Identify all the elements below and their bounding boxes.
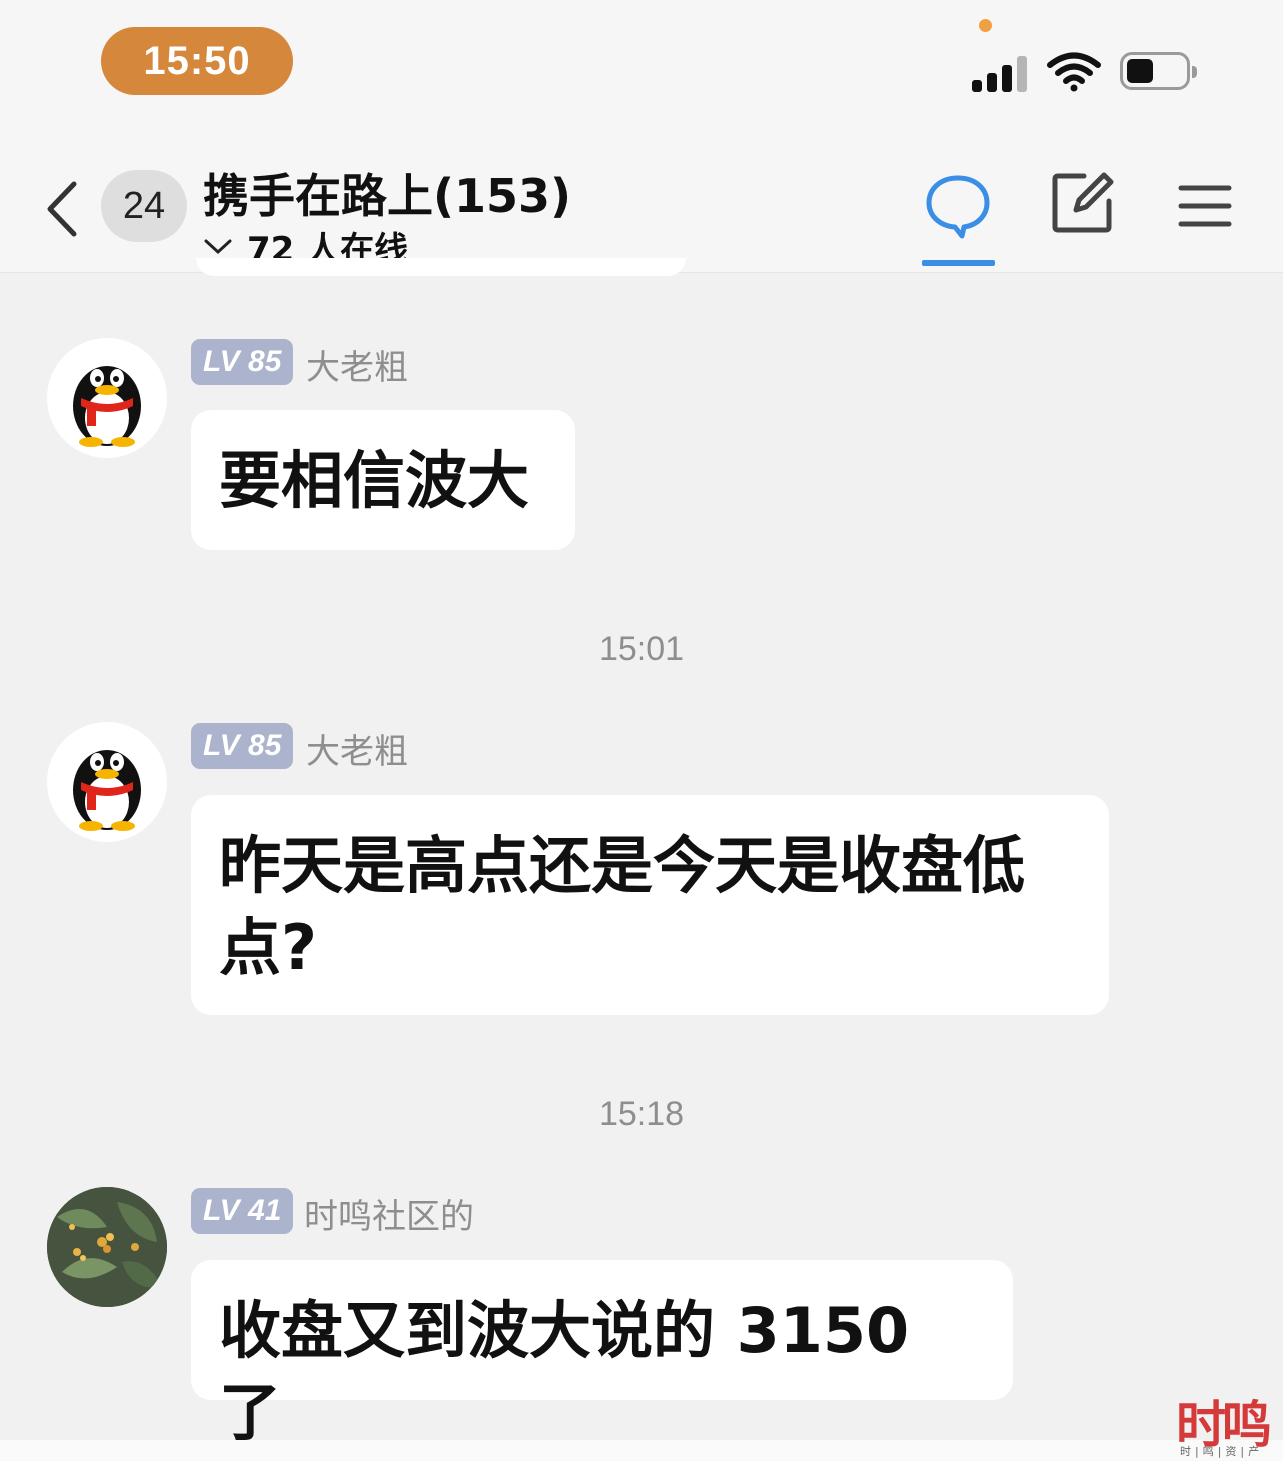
status-bar: 15:50 <box>0 0 1283 130</box>
watermark-logo: 时鸣 时|鸣|资|产 <box>1176 1385 1280 1461</box>
avatar[interactable] <box>47 1187 167 1307</box>
camera-indicator-dot <box>979 19 992 32</box>
edit-icon[interactable] <box>1050 170 1116 236</box>
menu-icon[interactable] <box>1178 182 1232 230</box>
active-tab-indicator <box>922 260 995 266</box>
qq-penguin-icon <box>73 366 141 447</box>
chat-bubble-icon <box>926 175 990 239</box>
watermark-subtext: 时|鸣|资|产 <box>1180 1445 1264 1458</box>
group-title[interactable]: 携手在路上(153) <box>203 160 571 226</box>
cellular-signal-icon <box>972 52 1032 92</box>
previous-message-bubble <box>196 258 686 276</box>
timestamp: 15:18 <box>598 1095 685 1133</box>
message-bubble[interactable]: 昨天是高点还是今天是收盘低点? <box>191 795 1109 1015</box>
timestamp: 15:01 <box>598 630 685 668</box>
sender-name[interactable]: 时鸣社区的 <box>304 1189 474 1238</box>
level-badge: LV 85 <box>191 339 294 385</box>
avatar[interactable] <box>47 722 167 842</box>
status-time: 15:50 <box>101 27 293 95</box>
back-arrow-icon[interactable] <box>40 178 86 240</box>
chat-header: 24 携手在路上(153) 72 人在线 <box>0 130 1283 273</box>
sender-name[interactable]: 大老粗 <box>306 724 408 773</box>
bottom-edge <box>0 1440 1283 1461</box>
level-badge: LV 41 <box>191 1188 294 1234</box>
osmanthus-photo <box>47 1187 167 1307</box>
message-bubble[interactable]: 要相信波大 <box>191 410 575 550</box>
qq-penguin-icon <box>73 750 141 831</box>
chevron-down-icon <box>204 239 232 254</box>
avatar[interactable] <box>47 338 167 458</box>
message-bubble[interactable]: 收盘又到波大说的 3150 了 <box>191 1260 1013 1449</box>
tab-chat[interactable] <box>922 170 995 266</box>
wifi-icon <box>1047 52 1101 92</box>
level-badge: LV 85 <box>191 723 294 769</box>
unread-count-badge[interactable]: 24 <box>101 170 187 242</box>
sender-name[interactable]: 大老粗 <box>306 340 408 389</box>
battery-icon <box>1120 52 1197 90</box>
